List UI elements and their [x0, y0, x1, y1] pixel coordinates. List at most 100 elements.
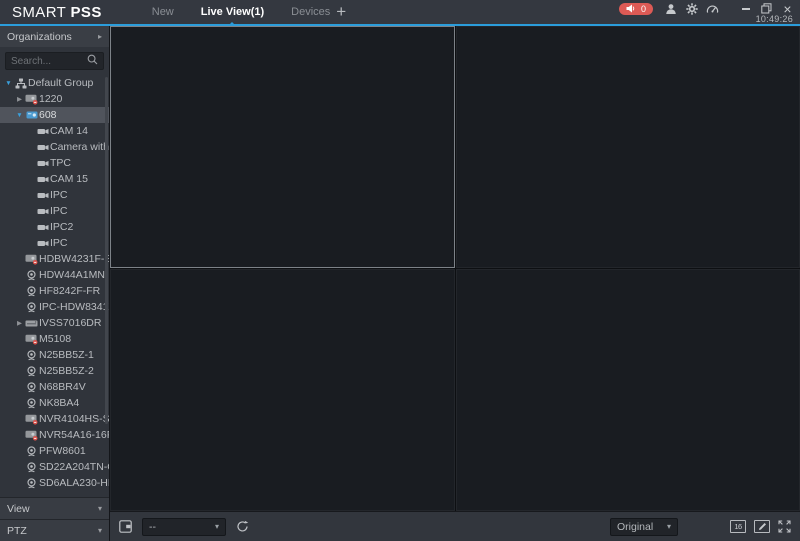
tree-item-label: IPC	[50, 237, 68, 249]
tree-item-nvr4104hs-s2[interactable]: NVR4104HS-S2	[0, 411, 109, 427]
tree-item-sd22a204tn-gni[interactable]: SD22A204TN-GNI-	[0, 459, 109, 475]
split-16-label: 16	[734, 522, 742, 531]
ptz-panel-header[interactable]: PTZ ▾	[0, 519, 109, 541]
dome-icon	[24, 269, 39, 281]
collapse-arrow-icon[interactable]: ▼	[15, 112, 24, 119]
tree-item-label: IPC2	[50, 221, 74, 233]
split-4-icon[interactable]	[686, 520, 700, 534]
body: Organizations ▸ ▼ Default Group ▶ 1220 ▼ 608 C…	[0, 26, 800, 541]
channel-icon	[35, 207, 50, 216]
expand-arrow-icon[interactable]: ▶	[15, 319, 24, 327]
view-panel-header[interactable]: View ▾	[0, 497, 109, 519]
dome-icon	[24, 365, 39, 377]
tree-item-nvr54a16-16p-4k[interactable]: NVR54A16-16P-4K	[0, 427, 109, 443]
organizations-header[interactable]: Organizations ▸	[0, 26, 109, 47]
tree-item-nk8ba4[interactable]: NK8BA4	[0, 395, 109, 411]
tree-item-hdbw4231f-e2-m[interactable]: HDBW4231F-E2-M	[0, 251, 109, 267]
tree-item-ipc[interactable]: IPC	[0, 187, 109, 203]
device-offline-icon	[24, 254, 39, 265]
organizations-label: Organizations	[7, 30, 72, 43]
custom-split-icon[interactable]	[754, 520, 770, 533]
scale-dropdown[interactable]: Original ▾	[610, 517, 678, 536]
tree-item-1220[interactable]: ▶ 1220	[0, 91, 109, 107]
search-box[interactable]	[5, 52, 104, 70]
tree-item-label: NVR4104HS-S2	[39, 413, 109, 425]
chevron-down-icon: ▾	[214, 522, 219, 531]
chevron-down-icon: ▾	[97, 504, 102, 513]
net-monitor-icon[interactable]	[705, 2, 720, 15]
tree-item-ipc-hdw8341x-3d[interactable]: IPC-HDW8341X-3D	[0, 299, 109, 315]
main-area: -- ▾ Original ▾ 16	[110, 26, 800, 541]
tree-item-hdw44a1mn-i[interactable]: HDW44A1MN-I	[0, 267, 109, 283]
tree-item-hf8242f-fr[interactable]: HF8242F-FR	[0, 283, 109, 299]
dome-icon	[24, 285, 39, 297]
device-online-icon	[24, 110, 39, 120]
tree-item-ipc[interactable]: IPC	[0, 235, 109, 251]
tree-item-ipc[interactable]: IPC	[0, 203, 109, 219]
tree-item-label: HDBW4231F-E2-M	[39, 253, 109, 265]
tree-item-label: N25BB5Z-1	[39, 349, 94, 361]
channel-icon	[35, 143, 50, 152]
tree-item-tpc[interactable]: TPC	[0, 155, 109, 171]
tree-item-label: N68BR4V	[39, 381, 86, 393]
scale-dropdown-value: Original	[617, 520, 654, 533]
tree-item-ipc2[interactable]: IPC2	[0, 219, 109, 235]
clock: 10:49:26	[755, 14, 793, 24]
fullscreen-icon[interactable]	[778, 520, 791, 533]
tree-item-ivss7016dr[interactable]: ▶ IVSS7016DR	[0, 315, 109, 331]
tab-devices[interactable]: Devices	[291, 0, 330, 24]
dome-icon	[24, 397, 39, 409]
minimize-button[interactable]	[738, 2, 753, 15]
refresh-icon[interactable]	[236, 520, 249, 533]
tab-live-view-1[interactable]: Live View(1)	[201, 0, 264, 24]
video-pane-2[interactable]	[455, 26, 800, 268]
tree-item-sd6ala230-hni[interactable]: SD6ALA230-HNI	[0, 475, 109, 491]
group-icon	[13, 78, 28, 89]
alarm-sound-button[interactable]: 0	[618, 0, 653, 18]
dome-icon	[24, 349, 39, 361]
tree-item-n25bb5z-2[interactable]: N25BB5Z-2	[0, 363, 109, 379]
tree-item-label: CAM 15	[50, 173, 88, 185]
tree-item-label: 1220	[39, 93, 63, 105]
channel-icon	[35, 159, 50, 168]
add-tab-button[interactable]: +	[336, 3, 346, 20]
device-offline-icon	[24, 94, 39, 105]
tree-item-cam-14[interactable]: CAM 14	[0, 123, 109, 139]
user-icon[interactable]	[663, 2, 678, 15]
logo-pss: PSS	[70, 3, 102, 21]
video-pane-3[interactable]	[110, 269, 455, 511]
tree-item-default-group[interactable]: ▼ Default Group	[0, 75, 109, 91]
tree-item-n68br4v[interactable]: N68BR4V	[0, 379, 109, 395]
chevron-right-icon: ▸	[97, 32, 102, 41]
channel-icon	[35, 127, 50, 136]
video-pane-1[interactable]	[110, 26, 455, 268]
tree-item-cam-15[interactable]: CAM 15	[0, 171, 109, 187]
save-view-icon[interactable]	[119, 520, 132, 533]
expand-arrow-icon[interactable]: ▶	[15, 95, 24, 103]
device-offline-icon	[24, 334, 39, 345]
split-16-icon[interactable]: 16	[730, 520, 746, 533]
task-dropdown[interactable]: -- ▾	[142, 517, 226, 536]
chevron-down-icon: ▾	[97, 526, 102, 535]
search-input[interactable]	[11, 55, 87, 67]
gear-icon[interactable]	[684, 2, 699, 15]
logo-smart: SMART	[12, 3, 71, 21]
collapse-arrow-icon[interactable]: ▼	[4, 80, 13, 87]
tree-item-label: HDW44A1MN-I	[39, 269, 109, 281]
tree-item-label: HF8242F-FR	[39, 285, 101, 297]
tree-item-label: N25BB5Z-2	[39, 365, 94, 377]
tree-item-camera-with-se[interactable]: Camera with se	[0, 139, 109, 155]
video-pane-4[interactable]	[455, 269, 800, 511]
tree-item-n25bb5z-1[interactable]: N25BB5Z-1	[0, 347, 109, 363]
tree-item-m5108[interactable]: M5108	[0, 331, 109, 347]
speaker-icon	[626, 0, 635, 18]
split-9-icon[interactable]	[708, 520, 722, 534]
device-offline-icon	[24, 430, 39, 441]
toolbar-left: -- ▾	[119, 517, 249, 536]
tree-item-label: Camera with se	[50, 141, 109, 153]
tree-item-pfw8601[interactable]: PFW8601	[0, 443, 109, 459]
channel-icon	[35, 191, 50, 200]
channel-icon	[35, 175, 50, 184]
tree-item-608[interactable]: ▼ 608	[0, 107, 109, 123]
tab-new[interactable]: New	[152, 0, 174, 24]
